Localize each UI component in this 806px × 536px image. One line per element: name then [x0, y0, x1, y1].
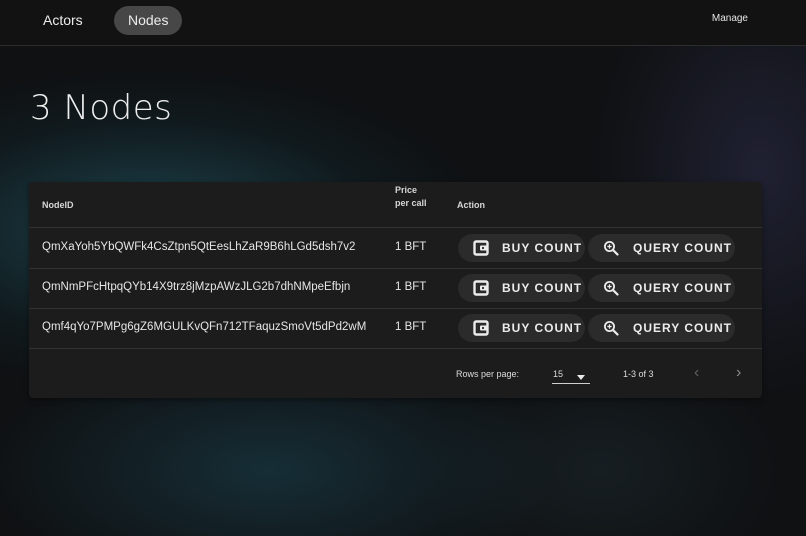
node-id-cell: Qmf4qYo7PMPg6gZ6MGULKvQFn712TFaquzSmoVt5… [42, 321, 367, 333]
query-count-button[interactable]: QUERY COUNT [588, 274, 735, 302]
column-header-price-line1: Price [395, 185, 418, 195]
pagination-range: 1-3 of 3 [623, 369, 654, 379]
query-count-label: QUERY COUNT [633, 321, 733, 335]
zoom-search-icon [604, 241, 619, 256]
buy-count-label: BUY COUNT [502, 321, 583, 335]
query-count-button[interactable]: QUERY COUNT [588, 314, 735, 342]
price-cell: 1 BFT [395, 281, 427, 293]
table-pagination: Rows per page: 15 1-3 of 3 ‹ › [29, 354, 762, 398]
top-app-bar: Actors Nodes Manage [0, 0, 806, 46]
zoom-search-icon [604, 281, 619, 296]
column-header-action: Action [457, 200, 485, 210]
buy-count-button[interactable]: BUY COUNT [458, 274, 585, 302]
query-count-label: QUERY COUNT [633, 281, 733, 295]
price-cell: 1 BFT [395, 241, 427, 253]
zoom-search-icon [604, 321, 619, 336]
table-row: QmNmPFcHtpqQYb14X9trz8jMzpAWzJLG2b7dhNMp… [29, 268, 762, 309]
rows-per-page-label: Rows per page: [456, 369, 520, 379]
buy-count-label: BUY COUNT [502, 281, 583, 295]
buy-count-button[interactable]: BUY COUNT [458, 314, 585, 342]
tab-actors[interactable]: Actors [29, 6, 97, 35]
previous-page-button[interactable]: ‹ [694, 365, 699, 381]
table-header: NodeID Price per call Action [29, 182, 762, 228]
column-header-nodeid: NodeID [42, 200, 74, 210]
rows-per-page-value: 15 [553, 369, 564, 379]
page-title: 3 Nodes [30, 88, 173, 128]
price-cell: 1 BFT [395, 321, 427, 333]
nodes-table: NodeID Price per call Action QmXaYoh5YbQ… [29, 182, 762, 398]
column-header-price: Price per call [395, 184, 435, 210]
wallet-icon [473, 320, 489, 336]
next-page-button[interactable]: › [736, 365, 741, 381]
buy-count-label: BUY COUNT [502, 241, 583, 255]
query-count-label: QUERY COUNT [633, 241, 733, 255]
buy-count-button[interactable]: BUY COUNT [458, 234, 585, 262]
dropdown-arrow-icon [577, 375, 585, 380]
node-id-cell: QmNmPFcHtpqQYb14X9trz8jMzpAWzJLG2b7dhNMp… [42, 281, 351, 293]
table-row: Qmf4qYo7PMPg6gZ6MGULKvQFn712TFaquzSmoVt5… [29, 308, 762, 349]
column-header-price-line2: per call [395, 198, 427, 208]
tab-nodes[interactable]: Nodes [114, 6, 183, 35]
wallet-icon [473, 240, 489, 256]
table-row: QmXaYoh5YbQWFk4CsZtpn5QtEesLhZaR9B6hLGd5… [29, 228, 762, 269]
rows-per-page-select[interactable]: 15 [552, 363, 590, 384]
query-count-button[interactable]: QUERY COUNT [588, 234, 735, 262]
manage-link[interactable]: Manage [712, 13, 748, 24]
node-id-cell: QmXaYoh5YbQWFk4CsZtpn5QtEesLhZaR9B6hLGd5… [42, 241, 356, 253]
wallet-icon [473, 280, 489, 296]
